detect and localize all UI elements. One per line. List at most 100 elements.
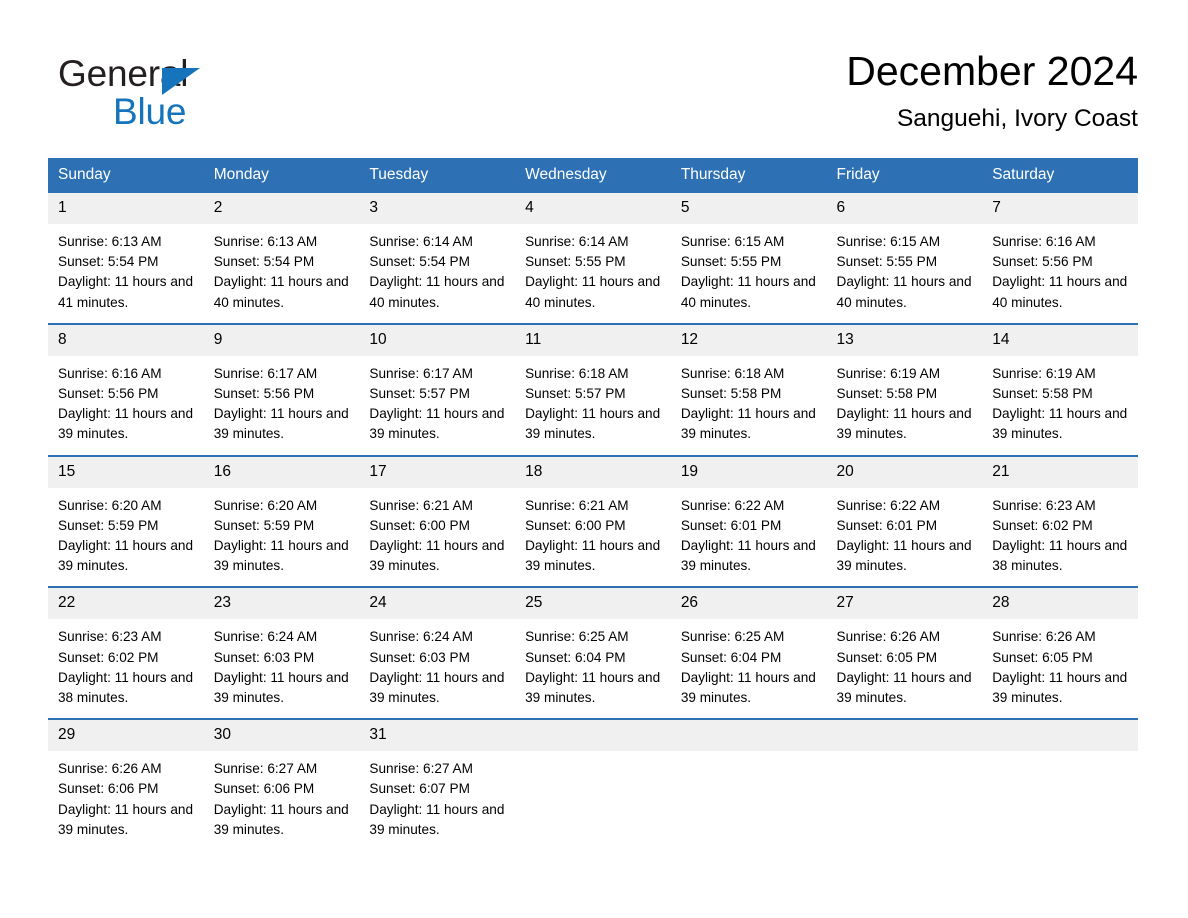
day-cell[interactable]: 19 Sunrise: 6:22 AM Sunset: 6:01 PM Dayligh… — [670, 454, 827, 588]
sunrise-text: Sunrise: 6:25 AM — [525, 629, 629, 645]
sunset-text: Sunset: 6:07 PM — [369, 781, 470, 797]
sunrise-text: Sunrise: 6:14 AM — [369, 234, 473, 249]
day-number: 24 — [359, 588, 516, 620]
day-cell[interactable]: 21 Sunrise: 6:23 AM Sunset: 6:02 PM Dayligh… — [982, 454, 1138, 588]
day-cell[interactable]: 15 Sunrise: 6:20 AM Sunset: 5:59 PM Dayligh… — [48, 454, 204, 588]
day-cell[interactable]: 23 Sunrise: 6:24 AM Sunset: 6:03 PM Dayligh… — [203, 586, 360, 720]
daylight-text: Daylight: 11 hours and 39 minutes. — [836, 406, 972, 442]
day-number — [670, 720, 827, 752]
day-cell[interactable]: 16 Sunrise: 6:20 AM Sunset: 5:59 PM Dayligh… — [203, 454, 360, 588]
day-cell[interactable]: 17 Sunrise: 6:21 AM Sunset: 6:00 PM Dayligh… — [359, 454, 516, 588]
sunrise-text: Sunrise: 6:27 AM — [369, 761, 473, 777]
day-cell[interactable]: 22 Sunrise: 6:23 AM Sunset: 6:02 PM Dayligh… — [48, 586, 204, 720]
week-row: 22 Sunrise: 6:23 AM Sunset: 6:02 PM Dayligh… — [48, 586, 1138, 720]
sunrise-text: Sunrise: 6:25 AM — [680, 629, 785, 645]
sunset-text: Sunset: 6:00 PM — [369, 517, 470, 533]
day-details: Sunrise: 6:26 AM Sunset: 6:05 PM Daylight:… — [827, 619, 983, 718]
sunset-text: Sunset: 5:55 PM — [525, 254, 626, 270]
day-number: 7 — [982, 193, 1138, 224]
sunset-text: Sunset: 5:58 PM — [836, 386, 938, 402]
sunrise-text: Sunrise: 6:18 AM — [525, 365, 629, 381]
day-details: Sunrise: 6:27 AM Sunset: 6:07 PM Daylight:… — [359, 751, 515, 850]
day-cell[interactable]: 24 Sunrise: 6:24 AM Sunset: 6:03 PM Dayligh… — [359, 586, 516, 720]
weekday-header-thursday: Thursday — [670, 158, 827, 193]
sunrise-text: Sunrise: 6:21 AM — [525, 497, 629, 513]
day-cell[interactable]: 7 Sunrise: 6:16 AM Sunset: 5:56 PM Daylight… — [982, 193, 1138, 324]
day-cell[interactable]: 11 Sunrise: 6:18 AM Sunset: 5:57 PM Dayligh… — [515, 322, 671, 456]
day-details: Sunrise: 6:24 AM Sunset: 6:03 PM Daylight:… — [359, 619, 515, 718]
week-row: 8 Sunrise: 6:16 AM Sunset: 5:56 PM Daylight… — [48, 322, 1138, 456]
day-cell[interactable]: 20 Sunrise: 6:22 AM Sunset: 6:01 PM Dayligh… — [826, 454, 983, 588]
day-number: 30 — [203, 720, 360, 752]
daylight-text: Daylight: 11 hours and 39 minutes. — [58, 538, 194, 574]
day-details: Sunrise: 6:21 AM Sunset: 6:00 PM Daylight:… — [515, 488, 671, 587]
day-cell[interactable]: 26 Sunrise: 6:25 AM Sunset: 6:04 PM Dayligh… — [670, 586, 827, 720]
sunrise-text: Sunrise: 6:17 AM — [369, 365, 473, 381]
day-cell[interactable]: 30 Sunrise: 6:27 AM Sunset: 6:06 PM Dayligh… — [203, 718, 360, 851]
daylight-text: Daylight: 11 hours and 39 minutes. — [680, 406, 816, 442]
day-cell[interactable]: 12 Sunrise: 6:18 AM Sunset: 5:58 PM Dayligh… — [670, 322, 827, 456]
day-cell[interactable]: 31 Sunrise: 6:27 AM Sunset: 6:07 PM Dayligh… — [359, 718, 516, 851]
sunrise-text: Sunrise: 6:13 AM — [213, 234, 318, 249]
day-cell[interactable]: 6 Sunrise: 6:15 AM Sunset: 5:55 PM Daylight… — [826, 193, 983, 324]
daylight-text: Daylight: 11 hours and 39 minutes. — [992, 406, 1128, 442]
day-details: Sunrise: 6:27 AM Sunset: 6:06 PM Daylight:… — [204, 751, 360, 850]
day-cell[interactable]: 10 Sunrise: 6:17 AM Sunset: 5:57 PM Dayligh… — [359, 322, 516, 456]
daylight-text: Daylight: 11 hours and 39 minutes. — [213, 801, 349, 837]
sunrise-text: Sunrise: 6:21 AM — [369, 497, 473, 513]
day-number: 21 — [982, 456, 1138, 488]
day-details: Sunrise: 6:16 AM Sunset: 5:56 PM Daylight:… — [982, 224, 1138, 323]
daylight-text: Daylight: 11 hours and 39 minutes. — [369, 538, 505, 574]
daylight-text: Daylight: 11 hours and 39 minutes. — [369, 669, 505, 706]
sunset-text: Sunset: 6:01 PM — [836, 517, 938, 533]
sunrise-text: Sunrise: 6:24 AM — [213, 629, 318, 645]
sunrise-text: Sunrise: 6:23 AM — [992, 497, 1096, 513]
day-cell[interactable]: 5 Sunrise: 6:15 AM Sunset: 5:55 PM Daylight… — [670, 193, 827, 324]
calendar-body: 1 Sunrise: 6:13 AM Sunset: 5:54 PM Daylight… — [48, 193, 1138, 851]
week-row: 29 Sunrise: 6:26 AM Sunset: 6:06 PM Dayligh… — [48, 718, 1138, 851]
sunset-text: Sunset: 6:06 PM — [58, 781, 159, 797]
day-details: Sunrise: 6:20 AM Sunset: 5:59 PM Daylight:… — [204, 488, 360, 587]
day-details: Sunrise: 6:26 AM Sunset: 6:06 PM Daylight:… — [48, 751, 204, 850]
day-cell[interactable]: 4 Sunrise: 6:14 AM Sunset: 5:55 PM Daylight… — [515, 193, 671, 324]
day-details: Sunrise: 6:25 AM Sunset: 6:04 PM Daylight:… — [515, 619, 671, 718]
day-cell[interactable]: 3 Sunrise: 6:14 AM Sunset: 5:54 PM Daylight… — [359, 193, 516, 324]
sunrise-text: Sunrise: 6:16 AM — [58, 365, 162, 381]
day-number — [826, 720, 983, 752]
day-cell-empty — [826, 718, 983, 851]
day-details: Sunrise: 6:22 AM Sunset: 6:01 PM Daylight:… — [671, 488, 827, 587]
day-cell[interactable]: 27 Sunrise: 6:26 AM Sunset: 6:05 PM Dayligh… — [826, 586, 983, 720]
day-cell[interactable]: 14 Sunrise: 6:19 AM Sunset: 5:58 PM Dayligh… — [982, 322, 1138, 456]
sunrise-text: Sunrise: 6:20 AM — [213, 497, 318, 513]
day-details: Sunrise: 6:14 AM Sunset: 5:55 PM Daylight:… — [515, 224, 671, 323]
day-details: Sunrise: 6:19 AM Sunset: 5:58 PM Daylight:… — [827, 356, 983, 455]
day-details: Sunrise: 6:15 AM Sunset: 5:55 PM Daylight:… — [671, 224, 827, 323]
day-number: 2 — [203, 193, 360, 224]
day-cell[interactable]: 1 Sunrise: 6:13 AM Sunset: 5:54 PM Daylight… — [48, 193, 204, 324]
sunset-text: Sunset: 5:54 PM — [58, 254, 159, 270]
day-details: Sunrise: 6:18 AM Sunset: 5:58 PM Daylight:… — [671, 356, 827, 455]
day-number: 17 — [359, 456, 516, 488]
daylight-text: Daylight: 11 hours and 39 minutes. — [680, 669, 816, 706]
sunset-text: Sunset: 5:57 PM — [525, 386, 626, 402]
day-cell[interactable]: 28 Sunrise: 6:26 AM Sunset: 6:05 PM Dayligh… — [982, 586, 1138, 720]
sunset-text: Sunset: 5:56 PM — [58, 386, 159, 402]
day-number: 16 — [203, 456, 360, 488]
week-row: 1 Sunrise: 6:13 AM Sunset: 5:54 PM Daylight… — [48, 193, 1138, 324]
day-number: 1 — [48, 193, 204, 224]
daylight-text: Daylight: 11 hours and 39 minutes. — [213, 538, 349, 574]
daylight-text: Daylight: 11 hours and 40 minutes. — [680, 274, 816, 310]
sunrise-text: Sunrise: 6:14 AM — [525, 234, 629, 249]
weekday-header-row: Sunday Monday Tuesday Wednesday Thursday… — [48, 158, 1138, 193]
week-row: 15 Sunrise: 6:20 AM Sunset: 5:59 PM Dayligh… — [48, 454, 1138, 588]
day-cell[interactable]: 2 Sunrise: 6:13 AM Sunset: 5:54 PM Daylight… — [203, 193, 360, 324]
day-cell[interactable]: 25 Sunrise: 6:25 AM Sunset: 6:04 PM Dayligh… — [515, 586, 671, 720]
day-cell[interactable]: 18 Sunrise: 6:21 AM Sunset: 6:00 PM Dayligh… — [515, 454, 671, 588]
day-cell[interactable]: 13 Sunrise: 6:19 AM Sunset: 5:58 PM Dayligh… — [826, 322, 983, 456]
day-cell[interactable]: 8 Sunrise: 6:16 AM Sunset: 5:56 PM Daylight… — [48, 322, 204, 456]
weekday-header-monday: Monday — [203, 158, 360, 193]
day-number — [515, 720, 671, 752]
day-cell[interactable]: 9 Sunrise: 6:17 AM Sunset: 5:56 PM Daylight… — [203, 322, 360, 456]
day-cell[interactable]: 29 Sunrise: 6:26 AM Sunset: 6:06 PM Dayligh… — [48, 718, 204, 851]
day-number: 3 — [359, 193, 516, 224]
